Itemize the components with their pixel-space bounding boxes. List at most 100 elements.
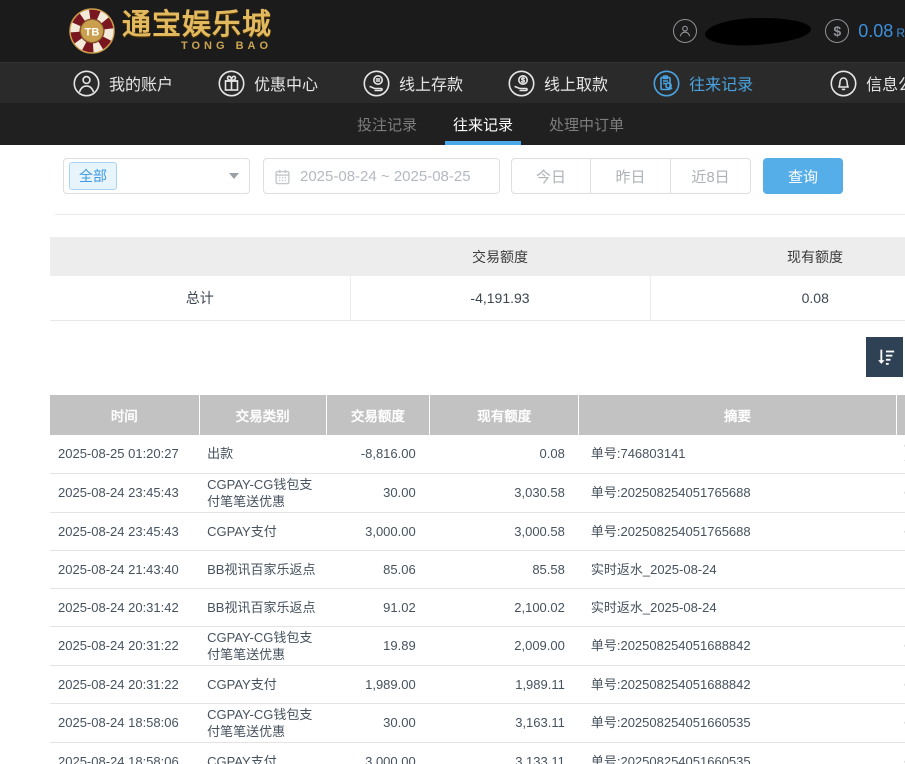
nav-announcements[interactable]: 信息公告 (830, 70, 905, 97)
today-button[interactable]: 今日 (511, 158, 591, 194)
summary-header-row: 交易额度 现有额度 (50, 237, 905, 276)
col-balance: 现有额度 (430, 395, 579, 435)
cell-time: 2025-08-24 20:31:22 (50, 665, 199, 703)
cell-amount: 30.00 (326, 703, 430, 742)
tab-pending-orders[interactable]: 处理中订单 (547, 103, 626, 145)
cell-amount: 3,000.00 (326, 742, 430, 764)
cell-amount: 3,000.00 (326, 512, 430, 550)
logo-title: 通宝娱乐城 (122, 11, 272, 40)
cell-note (896, 550, 905, 588)
date-range-input[interactable]: 2025-08-24 ~ 2025-08-25 (263, 158, 500, 194)
balance-coin-icon: $ (825, 19, 849, 43)
tab-betting-records[interactable]: 投注记录 (355, 103, 419, 145)
balance-amount[interactable]: 0.08R (858, 21, 905, 42)
cell-summary: 单号:202508254051660535 (579, 742, 896, 764)
date-range-value: 2025-08-24 ~ 2025-08-25 (300, 168, 471, 185)
redacted-username (705, 16, 812, 47)
cell-balance: 3,133.11 (430, 742, 579, 764)
summary-transaction-total: -4,191.93 (350, 276, 650, 320)
cell-note: CG钱包 (896, 473, 905, 512)
cell-note: CG钱包 (896, 703, 905, 742)
sort-descending-icon[interactable] (866, 337, 903, 377)
cell-type: CGPAY支付 (199, 512, 326, 550)
table-row: 2025-08-24 20:31:22 CGPAY支付 1,989.00 1,9… (50, 665, 905, 703)
cell-amount: 91.02 (326, 588, 430, 626)
balance-currency: R (896, 26, 905, 40)
cell-summary: 实时返水_2025-08-24 (579, 588, 896, 626)
cell-summary: 单号:202508254051688842 (579, 626, 896, 665)
cell-type: BB视讯百家乐返点 (199, 550, 326, 588)
cell-balance: 2,009.00 (430, 626, 579, 665)
col-type: 交易类别 (199, 395, 326, 435)
cell-time: 2025-08-24 21:43:40 (50, 550, 199, 588)
table-row: 2025-08-24 20:31:22 CGPAY-CG钱包支付笔笔送优惠 19… (50, 626, 905, 665)
gift-icon (218, 70, 245, 97)
cell-balance: 2,100.02 (430, 588, 579, 626)
yesterday-button[interactable]: 昨日 (591, 158, 671, 194)
nav-withdraw[interactable]: $ 线上取款 (508, 70, 608, 97)
cell-time: 2025-08-24 18:58:06 (50, 703, 199, 742)
bell-icon (830, 70, 857, 97)
cell-balance: 1,989.11 (430, 665, 579, 703)
summary-total-label: 总计 (50, 276, 350, 320)
cell-type: CGPAY-CG钱包支付笔笔送优惠 (199, 473, 326, 512)
cell-type: CGPAY-CG钱包支付笔笔送优惠 (199, 626, 326, 665)
tab-transaction-records[interactable]: 往来记录 (451, 103, 515, 145)
top-header: TB 通宝娱乐城 TONG BAO $ 0.08R (0, 0, 905, 62)
records-icon (653, 70, 680, 97)
cell-note: CG钱包 (896, 742, 905, 764)
query-button[interactable]: 查询 (763, 158, 843, 194)
col-summary: 摘要 (579, 395, 896, 435)
main-navigation: 我的账户 优惠中心 线上存款 $ 线上取款 往来记录 (0, 62, 905, 103)
cell-summary: 单号:202508254051765688 (579, 473, 896, 512)
last-8-days-button[interactable]: 近8日 (671, 158, 751, 194)
page: TB 通宝娱乐城 TONG BAO $ 0.08R (0, 0, 905, 764)
cell-amount: -8,816.00 (326, 435, 430, 474)
chevron-down-icon (229, 173, 239, 179)
transactions-table: 时间 交易类别 交易额度 现有额度 摘要 备注 2025-08-25 01:20… (50, 395, 905, 764)
cell-summary: 单号:202508254051688842 (579, 665, 896, 703)
cell-summary: 单号:746803141 (579, 435, 896, 474)
nav-transaction-records[interactable]: 往来记录 (653, 70, 753, 97)
type-select-value[interactable]: 全部 (69, 162, 117, 190)
nav-deposit[interactable]: 线上存款 (363, 70, 463, 97)
transactions-header-row: 时间 交易类别 交易额度 现有额度 摘要 备注 (50, 395, 905, 435)
cell-note: CG钱包 (896, 626, 905, 665)
col-amount: 交易额度 (326, 395, 430, 435)
cell-amount: 85.06 (326, 550, 430, 588)
withdraw-icon: $ (508, 70, 535, 97)
cell-time: 2025-08-25 01:20:27 (50, 435, 199, 474)
table-row: 2025-08-24 21:43:40 BB视讯百家乐返点 85.06 85.5… (50, 550, 905, 588)
user-avatar-icon[interactable] (673, 19, 697, 43)
deposit-icon (363, 70, 390, 97)
cell-time: 2025-08-24 23:45:43 (50, 473, 199, 512)
type-select[interactable]: 全部 (63, 158, 250, 194)
poker-chip-icon: TB (68, 7, 116, 55)
site-logo[interactable]: TB 通宝娱乐城 TONG BAO (68, 7, 272, 55)
cell-balance: 0.08 (430, 435, 579, 474)
summary-header-empty (50, 237, 350, 276)
cell-time: 2025-08-24 20:31:42 (50, 588, 199, 626)
summary-header-balance: 现有额度 (650, 237, 905, 276)
nav-my-account[interactable]: 我的账户 (73, 70, 173, 97)
cell-summary: 单号:202508254051765688 (579, 512, 896, 550)
cell-note: CG钱包 (896, 665, 905, 703)
cell-balance: 3,000.58 (430, 512, 579, 550)
nav-promotions[interactable]: 优惠中心 (218, 70, 318, 97)
svg-text:TB: TB (85, 27, 100, 39)
cell-amount: 30.00 (326, 473, 430, 512)
summary-table: 交易额度 现有额度 总计 -4,191.93 0.08 (50, 237, 905, 321)
sub-navigation: 投注记录 往来记录 处理中订单 (0, 103, 905, 145)
table-row: 2025-08-24 20:31:42 BB视讯百家乐返点 91.02 2,10… (50, 588, 905, 626)
cell-summary: 单号:202508254051660535 (579, 703, 896, 742)
sort-row (0, 337, 903, 377)
col-time: 时间 (50, 395, 199, 435)
cell-amount: 19.89 (326, 626, 430, 665)
table-row: 2025-08-24 18:58:06 CGPAY支付 3,000.00 3,1… (50, 742, 905, 764)
user-icon (73, 70, 100, 97)
cell-time: 2025-08-24 23:45:43 (50, 512, 199, 550)
cell-summary: 实时返水_2025-08-24 (579, 550, 896, 588)
cell-type: CGPAY支付 (199, 665, 326, 703)
cell-balance: 3,163.11 (430, 703, 579, 742)
section-divider (55, 214, 905, 215)
